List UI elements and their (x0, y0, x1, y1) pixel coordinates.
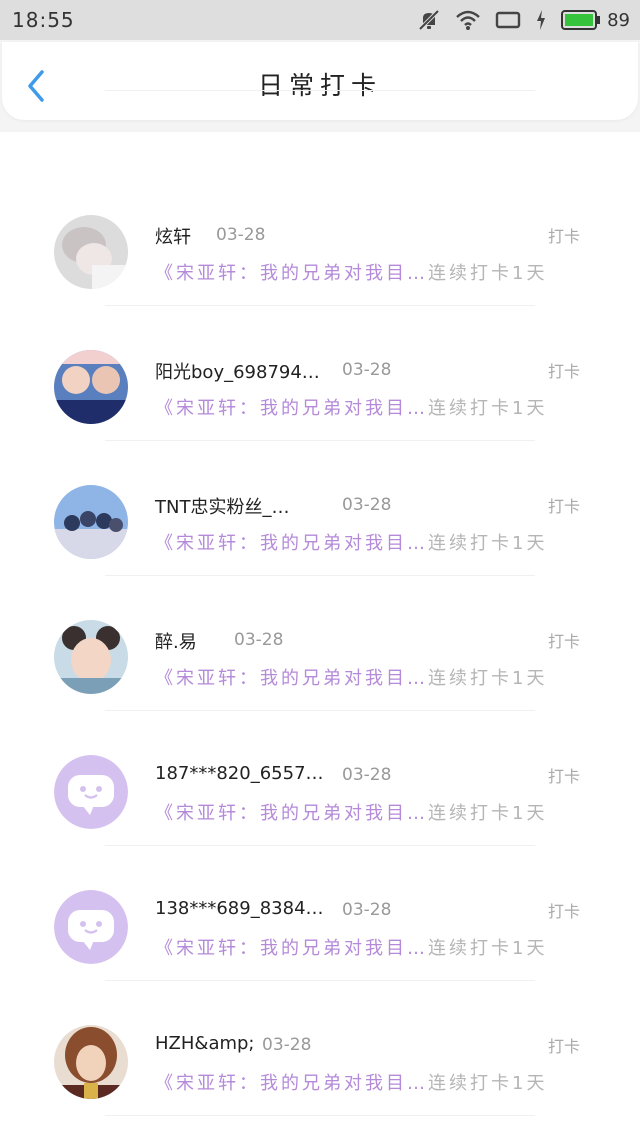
checkin-tag: 打卡 (547, 497, 580, 516)
status-bar: 18:55 89 (0, 0, 640, 40)
divider (105, 90, 535, 91)
post-date: 03-28 (262, 1035, 312, 1055)
checkin-tag: 打卡 (547, 767, 580, 786)
battery: 89 (561, 9, 630, 31)
status-icons: 89 (417, 6, 630, 34)
list-item[interactable]: 炫轩 03-28 打卡 《宋亚轩：我的兄弟对我目…连续打卡1天 (0, 135, 640, 306)
wifi-icon (455, 9, 481, 31)
battery-icon (561, 10, 601, 30)
username[interactable]: HZH&amp; (155, 1033, 255, 1054)
checkin-tag: 打卡 (547, 632, 580, 651)
list-item[interactable]: 187***820_6557… 03-28 打卡 《宋亚轩：我的兄弟对我目…连续… (0, 675, 640, 846)
username[interactable]: 187***820_6557… (155, 763, 324, 784)
list-item[interactable]: 《宋亚轩：我的兄弟对我目…连续打卡1天 (0, 80, 640, 135)
battery-level: 89 (607, 9, 630, 31)
avatar (54, 1025, 128, 1099)
checkin-tag: 打卡 (547, 1037, 580, 1056)
checkin-tag: 打卡 (547, 902, 580, 921)
mute-icon (417, 8, 441, 32)
divider (105, 1115, 535, 1116)
post-date: 03-28 (342, 360, 392, 380)
post-date: 03-28 (342, 495, 392, 515)
post-date: 03-28 (342, 765, 392, 785)
post-date: 03-28 (342, 900, 392, 920)
username[interactable]: 醉.易 (155, 628, 197, 654)
checkin-list[interactable]: 《宋亚轩：我的兄弟对我目…连续打卡1天 炫轩 03-28 打卡 《宋亚轩：我的兄… (0, 80, 640, 1138)
checkin-tag: 打卡 (547, 227, 580, 246)
list-item[interactable]: 138***689_8384… 03-28 打卡 《宋亚轩：我的兄弟对我目…连续… (0, 810, 640, 981)
username[interactable]: TNT忠实粉丝_… (155, 493, 289, 519)
username[interactable]: 炫轩 (155, 223, 191, 249)
username[interactable]: 138***689_8384… (155, 898, 324, 919)
checkin-content[interactable]: 《宋亚轩：我的兄弟对我目…连续打卡1天 (155, 1069, 585, 1095)
username[interactable]: 阳光boy_698794… (155, 358, 320, 384)
list-item[interactable]: HZH&amp; 03-28 打卡 《宋亚轩：我的兄弟对我目…连续打卡1天 (0, 945, 640, 1116)
list-item[interactable]: 醉.易 03-28 打卡 《宋亚轩：我的兄弟对我目…连续打卡1天 (0, 540, 640, 711)
checkin-tag: 打卡 (547, 362, 580, 381)
post-date: 03-28 (234, 630, 284, 650)
list-item[interactable]: TNT忠实粉丝_… 03-28 打卡 《宋亚轩：我的兄弟对我目…连续打卡1天 (0, 405, 640, 576)
status-time: 18:55 (12, 8, 75, 32)
screen-rotation-icon (495, 10, 521, 30)
list-item[interactable]: 阳光boy_698794… 03-28 打卡 《宋亚轩：我的兄弟对我目…连续打卡… (0, 270, 640, 441)
post-date: 03-28 (216, 225, 266, 245)
charging-icon (535, 9, 547, 31)
